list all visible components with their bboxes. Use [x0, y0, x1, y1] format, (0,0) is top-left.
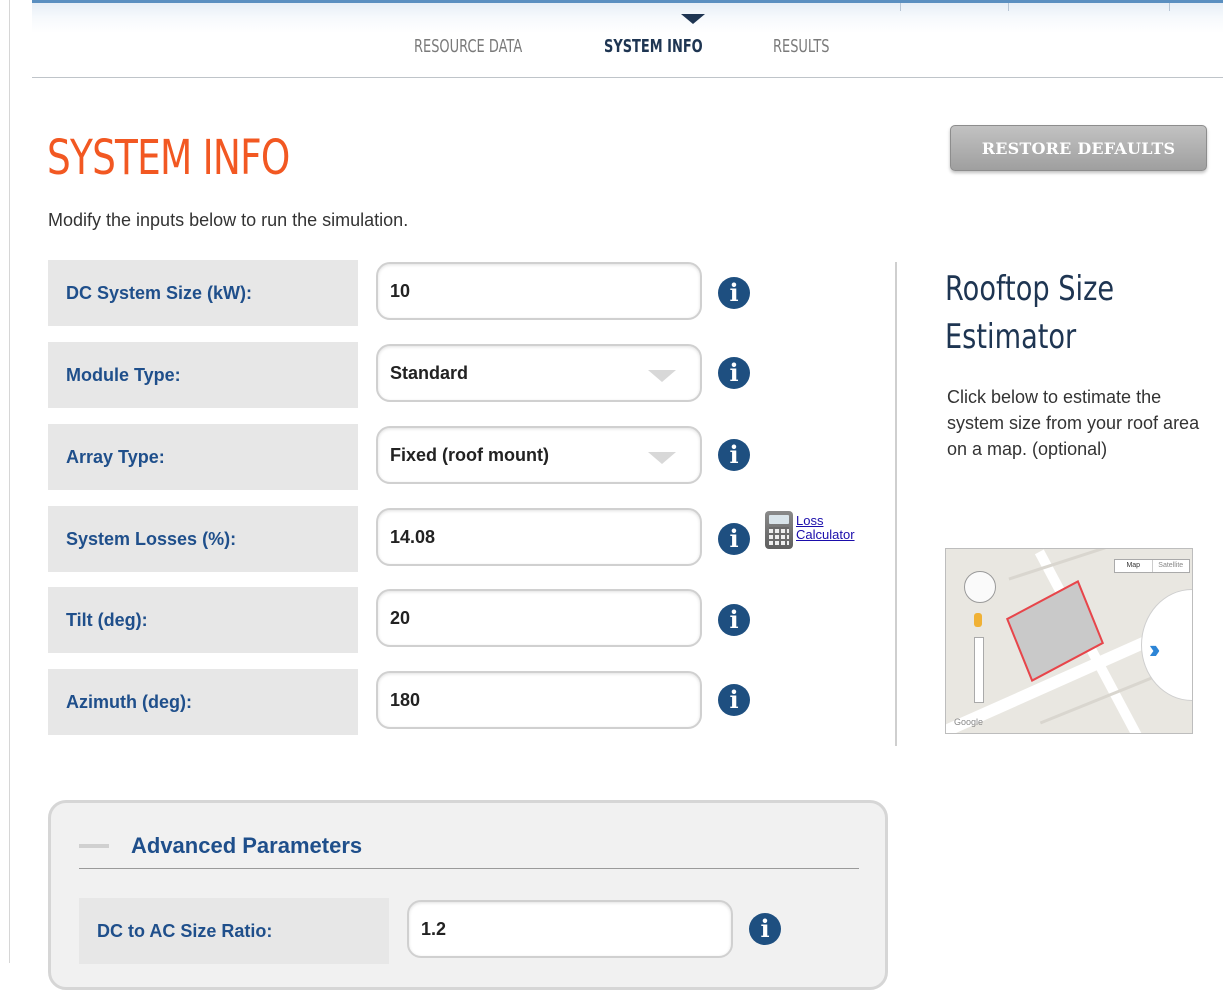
- nav-divider: [1008, 3, 1009, 11]
- calculator-screen: [769, 515, 789, 524]
- system-losses-label: System Losses (%):: [48, 506, 358, 572]
- form-row-module-type: Module Type: Standard i: [48, 342, 878, 408]
- dc-system-size-input[interactable]: 10: [376, 262, 702, 320]
- active-tab-indicator: [681, 14, 705, 24]
- top-navigation: RESOURCE DATA SYSTEM INFO RESULTS: [32, 0, 1223, 78]
- azimuth-input[interactable]: 180: [376, 671, 702, 729]
- azimuth-label: Azimuth (deg):: [48, 669, 358, 735]
- info-icon[interactable]: i: [718, 277, 750, 309]
- array-type-label: Array Type:: [48, 424, 358, 490]
- rooftop-estimator-title: Rooftop Size Estimator: [945, 265, 1209, 361]
- rooftop-estimator-title-line2: Estimator: [945, 317, 1077, 357]
- info-icon[interactable]: i: [718, 357, 750, 389]
- calculator-keys: [769, 527, 789, 545]
- info-icon[interactable]: i: [749, 913, 781, 945]
- tilt-label: Tilt (deg):: [48, 587, 358, 653]
- loss-calculator-link-line1: Loss: [796, 513, 824, 528]
- form-row-dc-system-size: DC System Size (kW): 10 i: [48, 260, 878, 326]
- map-pan-control[interactable]: [964, 571, 996, 603]
- info-icon[interactable]: i: [718, 523, 750, 555]
- page-subtitle: Modify the inputs below to run the simul…: [48, 210, 409, 230]
- rooftop-estimator-description: Click below to estimate the system size …: [947, 387, 1200, 459]
- info-icon[interactable]: i: [718, 604, 750, 636]
- advanced-parameters-panel: Advanced Parameters DC to AC Size Ratio:…: [48, 800, 888, 990]
- dc-system-size-label: DC System Size (kW):: [48, 260, 358, 326]
- map-type-control[interactable]: Map Satellite: [1114, 559, 1190, 573]
- advanced-parameters-header[interactable]: Advanced Parameters: [79, 833, 362, 859]
- calculator-icon[interactable]: [765, 511, 793, 549]
- advanced-divider: [79, 868, 859, 869]
- array-type-select[interactable]: Fixed (roof mount): [376, 426, 702, 484]
- collapse-icon[interactable]: [79, 844, 109, 848]
- rooftop-estimator-title-line1: Rooftop Size: [945, 269, 1115, 309]
- form-row-system-losses: System Losses (%): 14.08 i: [48, 506, 878, 572]
- form-row-dc-ac-ratio: DC to AC Size Ratio: 1.2 i: [79, 898, 909, 964]
- sidebar-divider: [895, 262, 897, 746]
- double-chevron-right-icon[interactable]: ››: [1149, 634, 1161, 665]
- form-row-tilt: Tilt (deg): 20 i: [48, 587, 878, 653]
- form-row-array-type: Array Type: Fixed (roof mount) i: [48, 424, 878, 490]
- tab-system-info[interactable]: SYSTEM INFO: [604, 36, 703, 57]
- page-title: SYSTEM INFO: [47, 130, 290, 186]
- map-type-map[interactable]: Map: [1115, 560, 1152, 572]
- map-road: [1008, 549, 1124, 581]
- advanced-parameters-title: Advanced Parameters: [131, 833, 363, 858]
- loss-calculator-link-line2: Calculator: [796, 527, 855, 542]
- array-type-value: Fixed (roof mount): [390, 444, 549, 465]
- map-type-satellite[interactable]: Satellite: [1151, 560, 1190, 572]
- street-view-icon[interactable]: [974, 613, 982, 627]
- module-type-value: Standard: [390, 362, 469, 383]
- module-type-select[interactable]: Standard: [376, 344, 702, 402]
- rooftop-map-thumbnail[interactable]: Map Satellite Google ››: [945, 548, 1193, 734]
- restore-defaults-button[interactable]: RESTORE DEFAULTS: [950, 125, 1207, 171]
- page-left-edge: [0, 0, 10, 963]
- tab-results[interactable]: RESULTS: [773, 36, 829, 57]
- system-losses-input[interactable]: 14.08: [376, 508, 702, 566]
- loss-calculator-link[interactable]: Loss Calculator: [796, 514, 855, 542]
- caret-down-icon: [648, 452, 676, 464]
- module-type-label: Module Type:: [48, 342, 358, 408]
- dc-ac-ratio-label: DC to AC Size Ratio:: [79, 898, 389, 964]
- nav-divider: [900, 3, 901, 11]
- map-zoom-slider[interactable]: [974, 637, 984, 703]
- form-row-azimuth: Azimuth (deg): 180 i: [48, 669, 878, 735]
- info-icon[interactable]: i: [718, 684, 750, 716]
- tab-resource-data[interactable]: RESOURCE DATA: [414, 36, 522, 57]
- tilt-input[interactable]: 20: [376, 589, 702, 647]
- info-icon[interactable]: i: [718, 439, 750, 471]
- nav-divider: [1169, 3, 1170, 11]
- map-attribution: Google: [954, 717, 984, 727]
- dc-ac-ratio-input[interactable]: 1.2: [407, 900, 733, 958]
- caret-down-icon: [648, 370, 676, 382]
